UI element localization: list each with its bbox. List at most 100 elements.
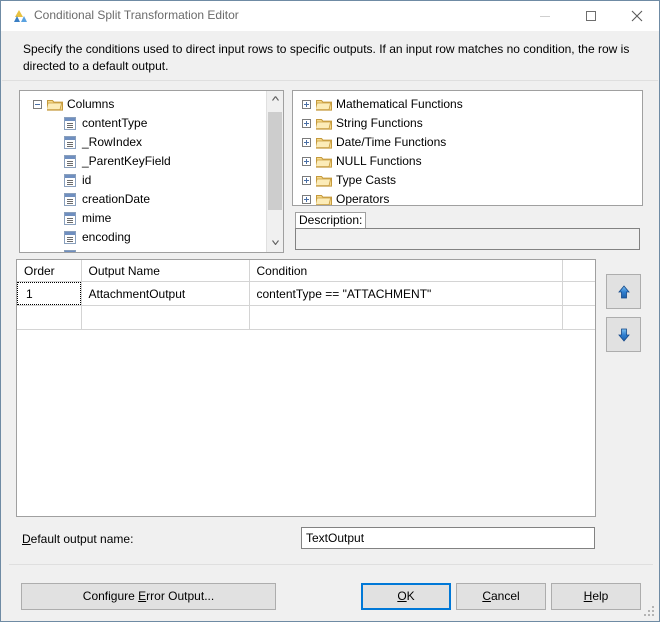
accelerator-letter: D [22, 532, 31, 546]
tree-item-operators[interactable]: Operators [293, 190, 642, 206]
folder-icon [314, 174, 332, 187]
maximize-button[interactable] [568, 1, 613, 30]
tree-item-rowindex[interactable]: _RowIndex [20, 133, 283, 152]
tree-item-label: text [82, 247, 101, 252]
column-icon [64, 212, 76, 225]
description-box [295, 228, 640, 250]
window-title: Conditional Split Transformation Editor [34, 8, 239, 22]
move-up-arrow-icon [617, 284, 630, 298]
default-output-name-label: Default output name: [22, 532, 133, 546]
close-button[interactable] [614, 1, 659, 30]
tree-item-parentkeyfield[interactable]: _ParentKeyField [20, 152, 283, 171]
folder-icon [314, 155, 332, 168]
folder-open-icon [45, 98, 63, 111]
column-icon [64, 136, 76, 149]
title-bar: Conditional Split Transformation Editor [1, 1, 659, 31]
cell-order[interactable]: 1 [17, 281, 82, 306]
expand-plus-icon[interactable] [302, 195, 311, 204]
cell-output-name[interactable] [81, 305, 250, 330]
expand-plus-icon[interactable] [302, 100, 311, 109]
move-down-button[interactable] [606, 317, 641, 352]
folder-icon [314, 193, 332, 205]
conditions-grid[interactable]: Order Output Name Condition 1 Attachment… [16, 259, 596, 517]
btn-pre: Configure [82, 589, 139, 603]
expand-plus-icon[interactable] [302, 176, 311, 185]
tree-node-label: Columns [67, 97, 115, 111]
tree-item-type-casts[interactable]: Type Casts [293, 171, 642, 190]
cell-spacer [562, 305, 595, 330]
default-output-name-input[interactable] [301, 527, 595, 549]
column-icon [64, 174, 76, 187]
expand-plus-icon[interactable] [302, 138, 311, 147]
tree-item-label: encoding [82, 230, 131, 244]
cell-order[interactable] [17, 305, 82, 330]
tree-item-label: Date/Time Functions [336, 135, 447, 149]
description-label: Description: [295, 212, 367, 228]
column-icon [64, 193, 76, 206]
scrollbar-thumb[interactable] [268, 112, 282, 210]
tree-item-mathematical-functions[interactable]: Mathematical Functions [293, 95, 642, 114]
expand-plus-icon[interactable] [302, 157, 311, 166]
columns-tree-scrollbar[interactable] [266, 91, 283, 252]
scroll-up-arrow-icon[interactable] [267, 91, 283, 108]
tree-item-text[interactable]: text [20, 247, 283, 252]
functions-tree-panel[interactable]: Mathematical Functions String Functions [292, 90, 643, 206]
description-group: Description: [292, 212, 643, 252]
tree-item-creationdate[interactable]: creationDate [20, 190, 283, 209]
column-icon [64, 117, 76, 130]
configure-error-output-button[interactable]: Configure Error Output... [21, 583, 276, 610]
columns-tree-panel[interactable]: Columns contentType _RowIndex _ParentKey… [19, 90, 284, 253]
conditional-split-icon [11, 8, 27, 24]
column-icon [64, 155, 76, 168]
grid-header-row: Order Output Name Condition [17, 260, 595, 282]
minimize-button[interactable] [522, 1, 567, 30]
table-row[interactable] [17, 305, 595, 330]
tree-item-id[interactable]: id [20, 171, 283, 190]
tree-item-label: Operators [336, 192, 390, 206]
grid-header-condition[interactable]: Condition [249, 260, 563, 282]
tree-item-label: String Functions [336, 116, 423, 130]
scroll-down-arrow-icon[interactable] [267, 235, 283, 252]
instruction-text: Specify the conditions used to direct in… [23, 42, 630, 73]
table-row[interactable]: 1 AttachmentOutput contentType == "ATTAC… [17, 281, 595, 306]
folder-icon [314, 98, 332, 111]
tree-item-label: NULL Functions [336, 154, 422, 168]
tree-item-label: _RowIndex [82, 135, 143, 149]
columns-tree: Columns contentType _RowIndex _ParentKey… [20, 91, 283, 252]
cell-condition[interactable] [249, 305, 563, 330]
tree-item-encoding[interactable]: encoding [20, 228, 283, 247]
tree-item-label: Type Casts [336, 173, 397, 187]
resize-grip[interactable] [644, 606, 656, 618]
tree-item-datetime-functions[interactable]: Date/Time Functions [293, 133, 642, 152]
btn-post: ancel [490, 589, 520, 603]
cell-output-name[interactable]: AttachmentOutput [81, 281, 250, 306]
help-button[interactable]: Help [551, 583, 641, 610]
move-up-button[interactable] [606, 274, 641, 309]
expand-plus-icon[interactable] [302, 119, 311, 128]
tree-item-label: contentType [82, 116, 148, 130]
tree-item-string-functions[interactable]: String Functions [293, 114, 642, 133]
tree-node-columns-root[interactable]: Columns [20, 95, 283, 114]
move-down-arrow-icon [617, 328, 630, 342]
tree-item-label: mime [82, 211, 112, 225]
tree-item-null-functions[interactable]: NULL Functions [293, 152, 642, 171]
folder-icon [314, 136, 332, 149]
tree-item-label: id [82, 173, 92, 187]
collapse-minus-icon[interactable] [33, 100, 42, 109]
column-icon [64, 250, 76, 252]
header-strip: Specify the conditions used to direct in… [2, 31, 658, 81]
ok-button[interactable]: OK [361, 583, 451, 610]
grid-header-output-name[interactable]: Output Name [81, 260, 250, 282]
cell-condition[interactable]: contentType == "ATTACHMENT" [249, 281, 563, 306]
conditional-split-dialog: Conditional Split Transformation Editor … [0, 0, 660, 622]
cancel-button[interactable]: Cancel [456, 583, 546, 610]
label-rest: efault output name: [30, 532, 134, 546]
tree-item-label: creationDate [82, 192, 151, 206]
column-icon [64, 231, 76, 244]
tree-item-contentType[interactable]: contentType [20, 114, 283, 133]
tree-item-mime[interactable]: mime [20, 209, 283, 228]
tree-item-label: Mathematical Functions [336, 97, 463, 111]
folder-icon [314, 117, 332, 130]
btn-post: K [406, 589, 415, 603]
grid-header-order[interactable]: Order [17, 260, 82, 282]
